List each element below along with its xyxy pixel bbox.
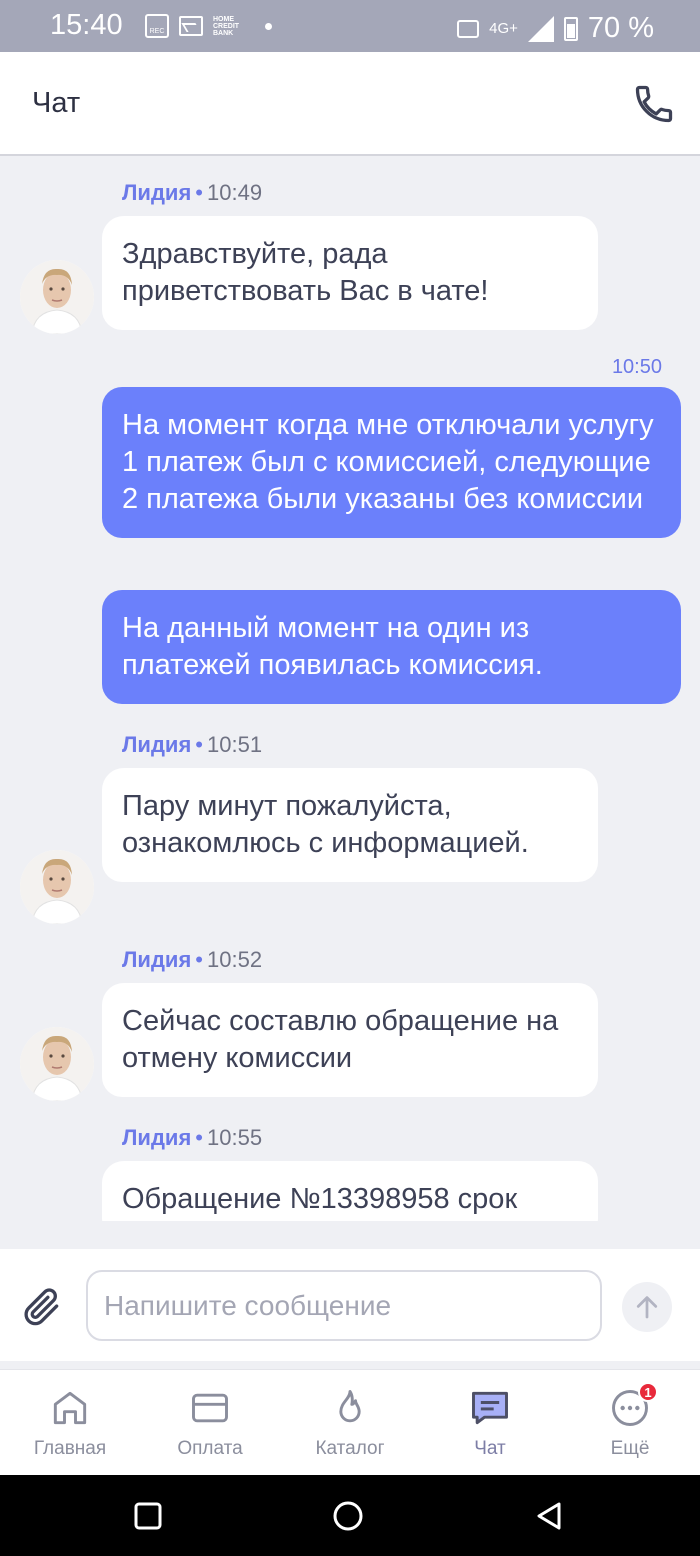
avatar: [20, 1027, 94, 1101]
message-input[interactable]: [86, 1270, 602, 1341]
dot-icon: [265, 22, 272, 30]
paperclip-icon: [24, 1288, 59, 1326]
page-title: Чат: [32, 87, 81, 119]
message-meta: Лидия • 10:49: [122, 180, 263, 205]
nav-label: Ещё: [610, 1438, 650, 1459]
network-type: 4G+: [489, 20, 518, 37]
incoming-message: Здравствуйте, рада приветствовать Вас в …: [102, 216, 598, 330]
nav-item-more[interactable]: 1 Ещё: [560, 1370, 700, 1476]
avatar: [20, 260, 94, 334]
image-icon: [179, 16, 203, 36]
avatar: [20, 850, 94, 924]
incoming-message: Пару минут пожалуйста, ознакомлюсь с инф…: [102, 768, 598, 882]
app-header: Чат: [0, 52, 700, 156]
message-meta: Лидия • 10:55: [122, 1125, 263, 1150]
chat-icon: [468, 1386, 512, 1430]
author-name: Лидия: [122, 732, 192, 757]
send-button[interactable]: [622, 1282, 672, 1332]
home-icon: [48, 1386, 92, 1430]
bank-icon: HOME CREDIT BANK: [213, 15, 240, 37]
message-time: 10:50: [611, 356, 662, 378]
outgoing-message: На момент когда мне отключали услугу 1 п…: [102, 387, 681, 538]
message-time: 10:51: [207, 732, 263, 757]
incoming-message: Сейчас составлю обращение на отмену коми…: [102, 983, 598, 1097]
call-button[interactable]: [632, 82, 676, 126]
status-notification-icons: REC HOME CREDIT BANK: [145, 14, 272, 38]
status-system-icons: 4G+ 70 %: [457, 12, 654, 45]
message-meta: Лидия • 10:51: [122, 732, 263, 757]
bottom-navigation: Главная Оплата Каталог Чат 1 Ещё: [0, 1369, 700, 1475]
message-time: 10:49: [207, 180, 263, 205]
nav-label: Главная: [33, 1438, 107, 1459]
nav-item-chat[interactable]: Чат: [420, 1370, 560, 1476]
message-meta: Лидия • 10:52: [122, 947, 263, 972]
message-composer: [0, 1249, 700, 1361]
message-time: 10:52: [207, 947, 263, 972]
incoming-message: Обращение №13398958 срок: [102, 1161, 598, 1221]
operator-photo-icon: [20, 1027, 94, 1101]
chat-message-list[interactable]: Лидия • 10:49 Здравствуйте, рада приветств…: [0, 158, 700, 1221]
operator-photo-icon: [20, 260, 94, 334]
status-time: 15:40: [50, 9, 123, 41]
author-name: Лидия: [122, 947, 192, 972]
notification-badge: 1: [638, 1382, 658, 1402]
author-name: Лидия: [122, 180, 192, 205]
phone-icon: [635, 85, 673, 123]
message-time: 10:55: [207, 1125, 263, 1150]
arrow-up-icon: [636, 1296, 658, 1319]
nav-label: Чат: [474, 1438, 506, 1459]
battery-icon: [563, 16, 578, 41]
home-button[interactable]: [332, 1500, 364, 1532]
author-name: Лидия: [122, 1125, 192, 1150]
more-icon: 1: [608, 1382, 658, 1430]
rec-icon: REC: [145, 14, 169, 38]
nav-item-catalog[interactable]: Каталог: [280, 1370, 420, 1476]
battery-level: 70 %: [587, 12, 654, 44]
camera-icon: [457, 19, 480, 38]
operator-photo-icon: [20, 850, 94, 924]
nav-label: Оплата: [177, 1438, 243, 1459]
fire-icon: [328, 1386, 372, 1430]
nav-item-payment[interactable]: Оплата: [140, 1370, 280, 1476]
system-navigation-bar: [0, 1475, 700, 1556]
back-button[interactable]: [534, 1501, 564, 1531]
attach-button[interactable]: [20, 1285, 64, 1329]
outgoing-message: На данный момент на один из платежей поя…: [102, 590, 681, 704]
nav-item-home[interactable]: Главная: [0, 1370, 140, 1476]
signal-icon: [527, 15, 554, 42]
recent-apps-button[interactable]: [134, 1502, 162, 1530]
nav-label: Каталог: [315, 1438, 385, 1459]
card-icon: [188, 1386, 232, 1430]
status-bar: 15:40 REC HOME CREDIT BANK 4G+ 70 %: [0, 0, 700, 52]
